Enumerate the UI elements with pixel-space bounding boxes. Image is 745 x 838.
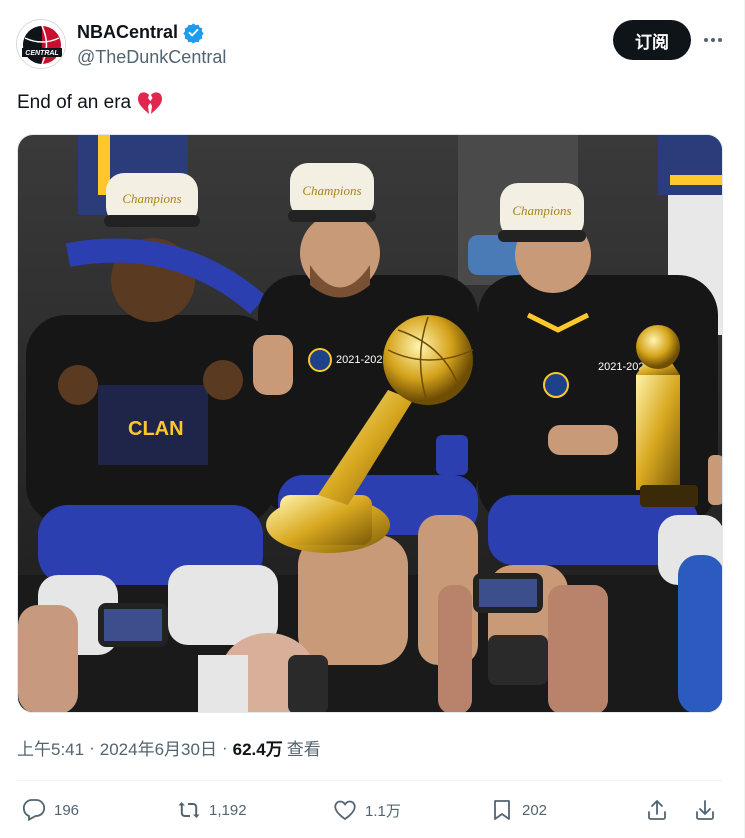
display-name[interactable]: NBACentral	[77, 22, 204, 43]
svg-text:Champions: Champions	[302, 183, 361, 198]
divider	[17, 780, 723, 781]
views-count: 62.4万	[232, 740, 283, 759]
retweet-icon	[178, 802, 200, 818]
tweet: CENTRAL NBACentral @TheDunkCentral 订阅 En…	[0, 0, 745, 838]
bookmark-button[interactable]: 202	[490, 795, 547, 825]
subscribe-button[interactable]: 订阅	[613, 20, 691, 60]
reply-icon	[22, 799, 46, 822]
tweet-text: End of an era	[17, 90, 163, 116]
bookmark-count: 202	[522, 801, 548, 819]
share-icon	[648, 800, 666, 820]
handle[interactable]: @TheDunkCentral	[77, 47, 226, 68]
share-button[interactable]	[645, 795, 669, 825]
retweet-count: 1,192	[209, 801, 247, 819]
tweet-photo[interactable]: Champions CLAN Champions 2021-2022 Champ…	[17, 134, 723, 713]
bookmark-icon	[494, 800, 510, 820]
download-button[interactable]	[693, 795, 717, 825]
shirt-year: 2021-2022	[336, 354, 389, 366]
download-icon	[696, 800, 714, 820]
tweet-time[interactable]: 上午5:41	[17, 735, 84, 760]
hat-text: Champions	[122, 191, 181, 206]
display-name-text: NBACentral	[77, 22, 179, 42]
avatar-text: CENTRAL	[25, 50, 58, 57]
like-count: 1.1万	[365, 802, 401, 820]
reply-button[interactable]: 196	[22, 795, 79, 825]
reply-count: 196	[54, 801, 80, 819]
avatar[interactable]: CENTRAL	[16, 19, 66, 69]
avatar-logo-icon: CENTRAL	[18, 21, 65, 68]
like-button[interactable]: 1.1万	[333, 795, 401, 825]
svg-text:Champions: Champions	[512, 203, 571, 218]
tweet-text-content: End of an era	[17, 92, 132, 113]
verified-badge-icon	[183, 23, 204, 43]
photo-illustration: Champions CLAN Champions 2021-2022 Champ…	[18, 135, 722, 712]
tweet-meta: 上午5:41 · 2024年6月30日 · 62.4万 查看	[17, 735, 321, 760]
heart-icon	[334, 800, 356, 821]
broken-heart-icon	[138, 92, 163, 114]
svg-text:CLAN: CLAN	[128, 418, 184, 440]
views-label: 查看	[286, 740, 321, 759]
tweet-date[interactable]: 2024年6月30日	[100, 735, 217, 760]
more-horizontal-icon[interactable]	[698, 27, 728, 53]
retweet-button[interactable]: 1,192	[177, 795, 247, 825]
